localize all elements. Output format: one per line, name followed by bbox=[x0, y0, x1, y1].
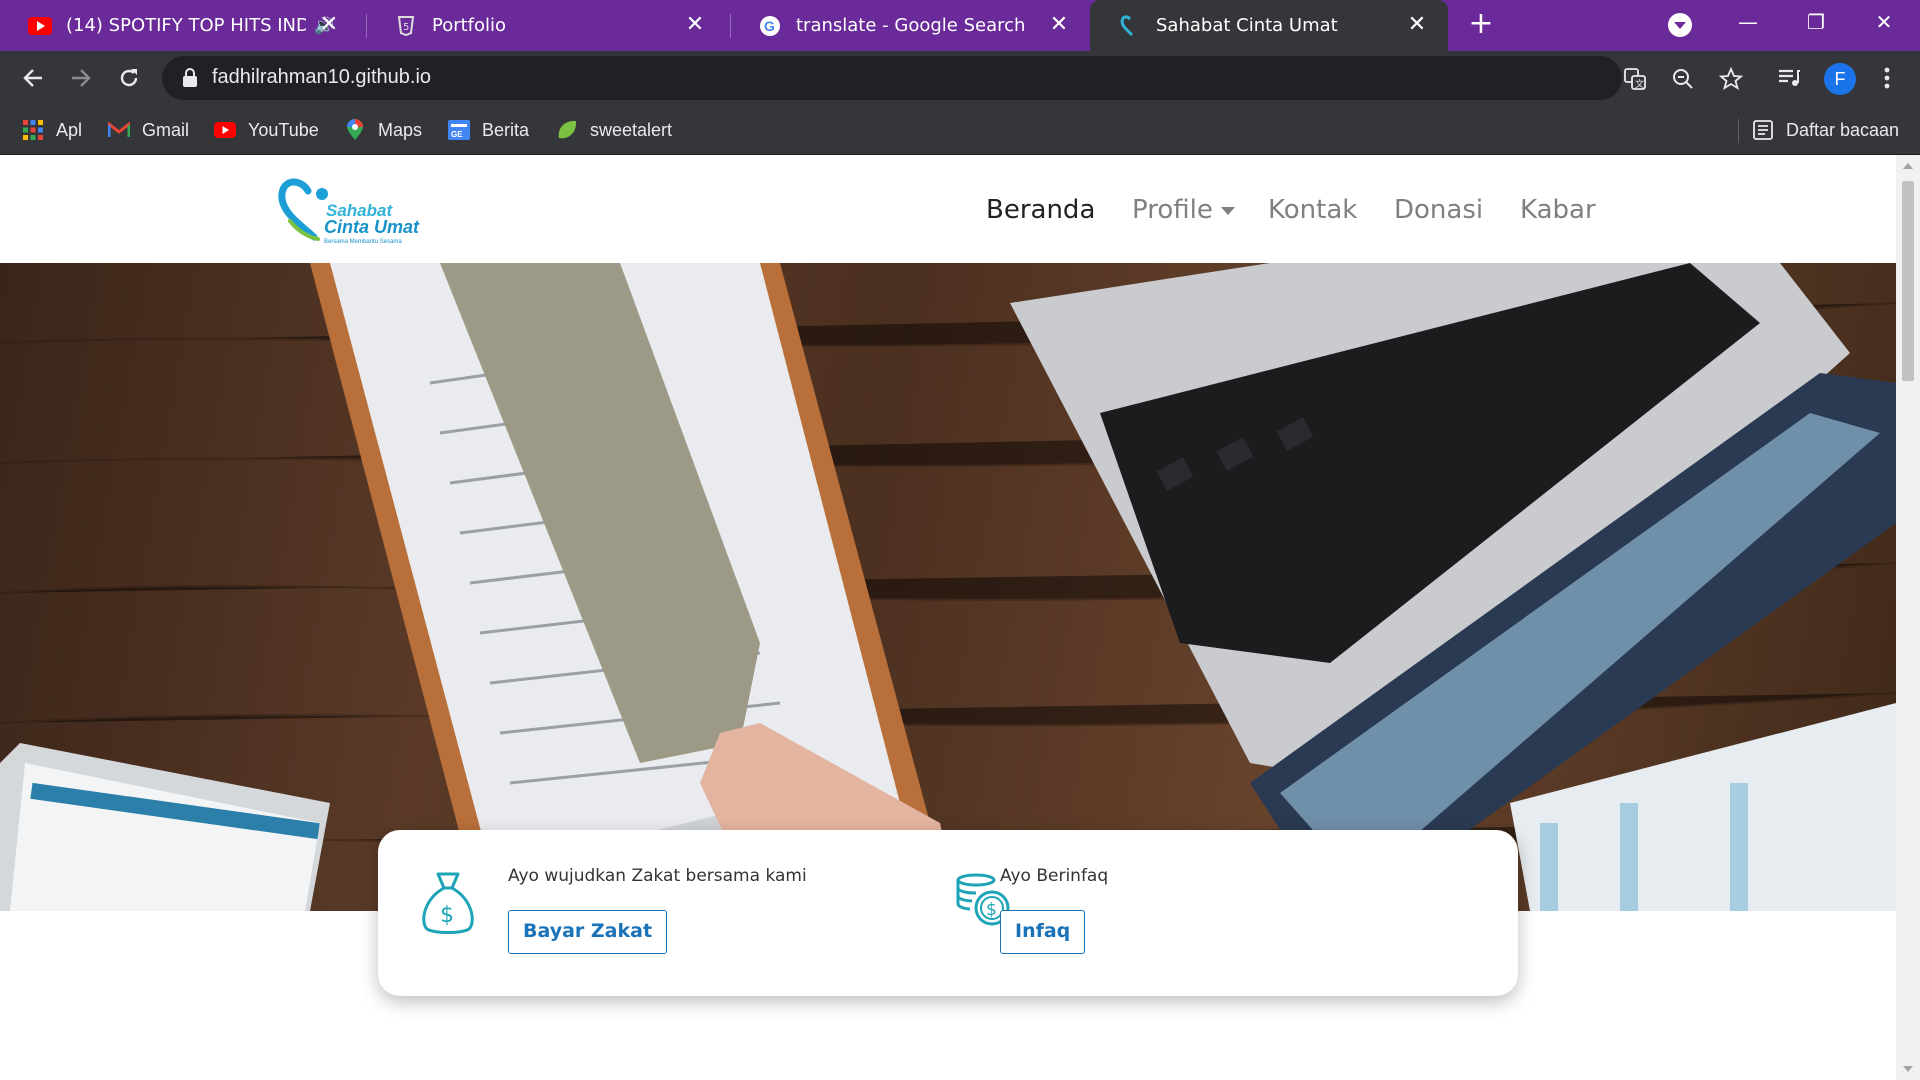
bookmark-youtube[interactable]: YouTube bbox=[214, 115, 319, 145]
tab-portfolio[interactable]: 5 Portfolio ✕ bbox=[366, 0, 726, 51]
profile-avatar[interactable]: F bbox=[1824, 63, 1856, 95]
page-scrollbar[interactable] bbox=[1896, 155, 1920, 1080]
close-tab-icon[interactable]: ✕ bbox=[1048, 14, 1070, 36]
infaq-text: Ayo Berinfaq bbox=[1000, 866, 1109, 886]
bookmark-star-icon[interactable] bbox=[1718, 66, 1744, 92]
bookmark-label: Apl bbox=[56, 119, 83, 140]
nav-kontak[interactable]: Kontak bbox=[1268, 195, 1357, 225]
nav-profile-label: Profile bbox=[1132, 195, 1213, 225]
zakat-section: $ Ayo wujudkan Zakat bersama kami Bayar … bbox=[378, 830, 938, 996]
close-tab-icon[interactable]: ✕ bbox=[318, 14, 340, 36]
forward-icon[interactable] bbox=[62, 59, 100, 97]
bookmarks-bar: Apl Gmail YouTube Maps GE Berita sweetal… bbox=[0, 105, 1920, 155]
reading-list-icon bbox=[1752, 119, 1774, 141]
youtube-icon bbox=[28, 14, 52, 38]
close-window-icon[interactable]: ✕ bbox=[1854, 0, 1914, 44]
nav-kabar[interactable]: Kabar bbox=[1520, 195, 1596, 225]
tab-title: (14) SPOTIFY TOP HITS INDO bbox=[66, 15, 306, 36]
reload-icon[interactable] bbox=[110, 59, 148, 97]
tab-sahabat-cinta-umat[interactable]: Sahabat Cinta Umat ✕ bbox=[1090, 0, 1448, 51]
tab-spotify[interactable]: (14) SPOTIFY TOP HITS INDO 🔊 ✕ bbox=[0, 0, 360, 51]
bookmark-label: Berita bbox=[482, 119, 530, 140]
infaq-button[interactable]: Infaq bbox=[1000, 910, 1086, 954]
youtube-icon bbox=[214, 119, 236, 141]
tab-search-icon[interactable] bbox=[1668, 13, 1692, 37]
bookmark-apl[interactable]: Apl bbox=[22, 115, 82, 145]
scroll-down-icon[interactable] bbox=[1903, 1066, 1913, 1072]
svg-text:文: 文 bbox=[1635, 78, 1644, 90]
tab-strip: (14) SPOTIFY TOP HITS INDO 🔊 ✕ 5 Portfol… bbox=[0, 0, 1920, 51]
scroll-up-icon[interactable] bbox=[1903, 163, 1913, 169]
zoom-icon[interactable] bbox=[1670, 66, 1696, 92]
svg-text:$: $ bbox=[440, 903, 454, 928]
money-bag-icon: $ bbox=[418, 868, 478, 938]
bookmark-sweetalert[interactable]: sweetalert bbox=[556, 115, 672, 145]
tab-title: Sahabat Cinta Umat bbox=[1156, 15, 1338, 36]
bookmark-label: YouTube bbox=[248, 119, 319, 140]
restore-icon[interactable]: ❐ bbox=[1786, 0, 1846, 44]
tab-title: translate - Google Search bbox=[796, 15, 1026, 36]
bookmark-label: sweetalert bbox=[590, 119, 673, 140]
svg-text:5: 5 bbox=[403, 22, 409, 33]
bookmark-label: Gmail bbox=[142, 119, 190, 140]
infaq-section: $ Ayo Berinfaq Infaq bbox=[938, 830, 1518, 996]
zakat-text: Ayo wujudkan Zakat bersama kami bbox=[508, 866, 807, 886]
scrollbar-thumb[interactable] bbox=[1902, 181, 1914, 381]
gmail-icon bbox=[108, 119, 130, 141]
news-icon: GE bbox=[448, 119, 470, 141]
site-navbar: Sahabat Cinta Umat Bersama Membantu Sesa… bbox=[0, 155, 1896, 263]
reading-list-label: Daftar bacaan bbox=[1786, 119, 1900, 140]
svg-text:$: $ bbox=[986, 900, 997, 920]
site-logo[interactable]: Sahabat Cinta Umat Bersama Membantu Sesa… bbox=[278, 177, 428, 249]
close-tab-icon[interactable]: ✕ bbox=[1406, 14, 1428, 36]
chevron-down-icon bbox=[1220, 206, 1235, 215]
svg-text:GE: GE bbox=[451, 130, 463, 139]
logo-tagline: Bersama Membantu Sesama bbox=[324, 239, 402, 245]
close-tab-icon[interactable]: ✕ bbox=[684, 14, 706, 36]
nav-profile[interactable]: Profile bbox=[1132, 195, 1235, 225]
bookmark-label: Maps bbox=[378, 119, 423, 140]
leaf-icon bbox=[556, 119, 578, 141]
translate-icon[interactable]: 文 bbox=[1622, 66, 1648, 92]
tab-title: Portfolio bbox=[432, 15, 507, 36]
lock-icon[interactable] bbox=[182, 68, 198, 88]
apps-grid-icon bbox=[22, 119, 44, 141]
browser-toolbar: fadhilrahman10.github.io 文 F bbox=[0, 51, 1920, 105]
hero-image bbox=[0, 263, 1896, 911]
menu-kebab-icon[interactable] bbox=[1874, 65, 1900, 91]
google-icon: G bbox=[758, 14, 782, 38]
maps-icon bbox=[344, 119, 366, 141]
minimize-icon[interactable]: — bbox=[1718, 0, 1778, 44]
back-icon[interactable] bbox=[14, 59, 52, 97]
donation-card: $ Ayo wujudkan Zakat bersama kami Bayar … bbox=[378, 830, 1518, 996]
bookmark-separator bbox=[1738, 119, 1739, 143]
portfolio-favicon: 5 bbox=[394, 14, 418, 38]
svg-text:G: G bbox=[764, 18, 775, 34]
new-tab-button[interactable]: + bbox=[1466, 9, 1496, 40]
bayar-zakat-button[interactable]: Bayar Zakat bbox=[508, 910, 668, 954]
tab-google-search[interactable]: G translate - Google Search ✕ bbox=[730, 0, 1090, 51]
nav-donasi[interactable]: Donasi bbox=[1394, 195, 1483, 225]
media-control-icon[interactable] bbox=[1776, 65, 1802, 91]
address-bar[interactable]: fadhilrahman10.github.io 文 bbox=[162, 56, 1743, 100]
nav-beranda[interactable]: Beranda bbox=[986, 195, 1095, 225]
sahabat-favicon bbox=[1118, 14, 1142, 38]
bookmark-gmail[interactable]: Gmail bbox=[108, 115, 189, 145]
bookmark-berita[interactable]: GE Berita bbox=[448, 115, 529, 145]
reading-list-button[interactable]: Daftar bacaan bbox=[1752, 115, 1899, 145]
logo-line-2: Cinta Umat bbox=[324, 217, 420, 237]
bookmark-maps[interactable]: Maps bbox=[344, 115, 422, 145]
web-page: Sahabat Cinta Umat Bersama Membantu Sesa… bbox=[0, 155, 1896, 1080]
hero-desk-illustration bbox=[0, 263, 1896, 911]
url-text: fadhilrahman10.github.io bbox=[212, 66, 432, 88]
